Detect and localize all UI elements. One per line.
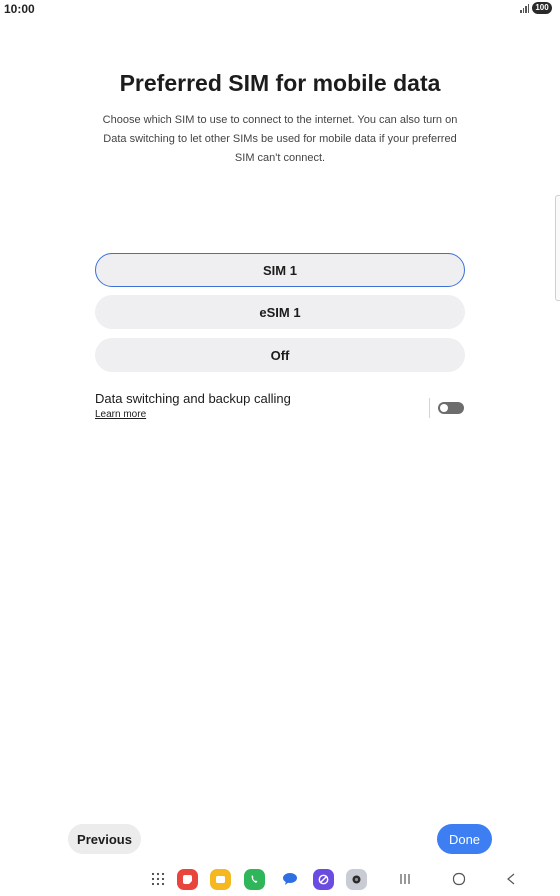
status-indicators: 100: [520, 2, 552, 14]
data-switching-label: Data switching and backup calling: [95, 391, 291, 406]
home-icon[interactable]: [448, 868, 470, 890]
notes-app-icon[interactable]: [176, 868, 198, 890]
phone-app-icon[interactable]: [243, 868, 265, 890]
row-divider: [429, 398, 430, 418]
back-icon[interactable]: [500, 868, 522, 890]
sim-option-esim1[interactable]: eSIM 1: [95, 295, 465, 329]
page-title: Preferred SIM for mobile data: [119, 70, 441, 96]
sim-option-label: SIM 1: [263, 262, 297, 278]
apps-grid-icon[interactable]: [147, 868, 169, 890]
status-bar: 10:00 100: [0, 0, 560, 20]
messages-app-icon[interactable]: [279, 868, 301, 890]
learn-more-link[interactable]: Learn more: [95, 409, 146, 420]
internet-app-icon[interactable]: [312, 868, 334, 890]
done-button[interactable]: Done: [437, 824, 492, 854]
my-files-app-icon[interactable]: [209, 868, 231, 890]
navigation-bar: [0, 864, 560, 896]
toggle-knob: [440, 404, 448, 412]
camera-app-icon[interactable]: [345, 868, 367, 890]
signal-icon: [520, 3, 529, 13]
sim-option-label: Off: [270, 347, 290, 363]
page-description: Choose which SIM to use to connect to th…: [102, 114, 458, 164]
recent-apps-icon[interactable]: [394, 868, 416, 890]
sim-option-label: eSIM 1: [259, 304, 301, 320]
data-switching-toggle[interactable]: [438, 402, 464, 414]
previous-button[interactable]: Previous: [68, 824, 141, 854]
sim-option-sim1[interactable]: SIM 1: [95, 253, 465, 287]
status-time: 10:00: [4, 2, 35, 16]
battery-icon: 100: [532, 2, 552, 14]
sim-option-off[interactable]: Off: [95, 338, 465, 372]
edge-panel-handle[interactable]: [555, 195, 560, 301]
